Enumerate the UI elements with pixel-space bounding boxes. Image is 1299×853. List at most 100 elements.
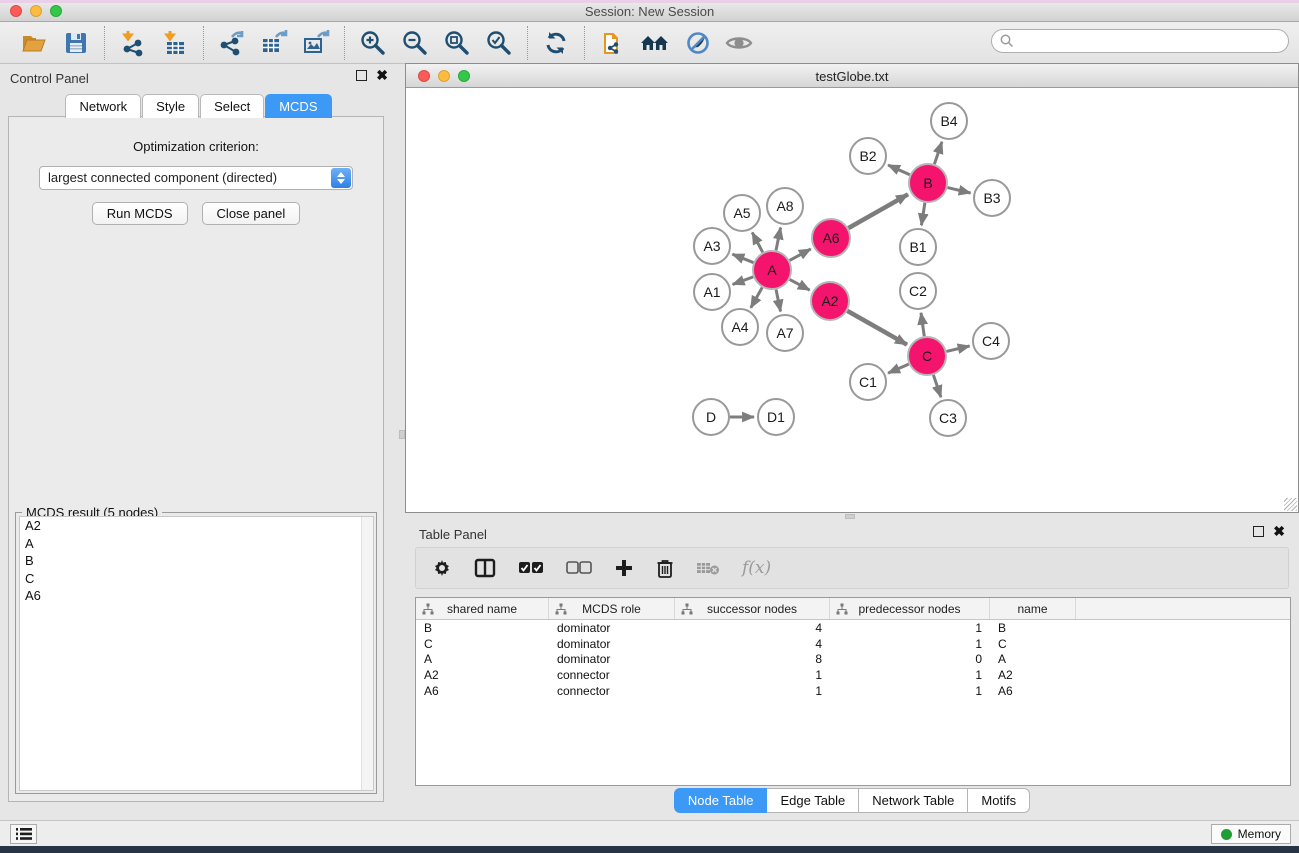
table-row[interactable]: Cdominator41C [416, 636, 1290, 652]
table-row[interactable]: Bdominator41B [416, 620, 1290, 636]
table-row[interactable]: A2connector11A2 [416, 667, 1290, 683]
result-item[interactable]: A6 [20, 587, 373, 605]
tab-node-table[interactable]: Node Table [674, 788, 768, 813]
node-C2[interactable]: C2 [900, 273, 936, 309]
split-columns-icon[interactable] [474, 558, 496, 578]
node-B[interactable]: B [909, 164, 947, 202]
node-C4[interactable]: C4 [973, 323, 1009, 359]
document-share-icon[interactable] [597, 27, 629, 59]
select-all-checkboxes-icon[interactable] [518, 561, 544, 575]
edge-C-C4[interactable] [946, 346, 969, 351]
edge-A-A3[interactable] [732, 254, 753, 262]
home-houses-icon[interactable] [639, 27, 671, 59]
node-A8[interactable]: A8 [767, 188, 803, 224]
close-table-panel-icon[interactable]: ✖ [1273, 526, 1285, 537]
column-header-shared-name[interactable]: shared name [416, 598, 549, 619]
edge-A-A6[interactable] [790, 249, 811, 260]
save-floppy-icon[interactable] [60, 27, 92, 59]
close-panel-button[interactable]: Close panel [202, 202, 301, 225]
node-A7[interactable]: A7 [767, 315, 803, 351]
edge-B-B3[interactable] [947, 188, 970, 193]
edge-A-A5[interactable] [752, 232, 762, 252]
import-network-icon[interactable] [117, 27, 149, 59]
edge-B-B1[interactable] [921, 203, 925, 226]
tab-network[interactable]: Network [65, 94, 141, 118]
delete-trash-icon[interactable] [656, 558, 674, 578]
node-B1[interactable]: B1 [900, 229, 936, 265]
result-list-scrollbar[interactable] [361, 517, 373, 790]
node-A4[interactable]: A4 [722, 309, 758, 345]
column-header-name[interactable]: name [990, 598, 1076, 619]
refresh-icon[interactable] [540, 27, 572, 59]
criterion-select[interactable]: largest connected component (directed) [39, 166, 353, 190]
edge-A-A2[interactable] [790, 279, 810, 290]
memory-button[interactable]: Memory [1211, 824, 1291, 844]
network-graph[interactable]: B4 B2 B B3 A5A8A6 B1 A3 A C2 A1 A2 A4A7 C4 C C1 C3 D D1 [406, 88, 1298, 512]
resize-grip-icon[interactable] [1284, 498, 1297, 511]
result-item[interactable]: C [20, 570, 373, 588]
float-panel-icon[interactable] [356, 70, 367, 81]
column-header-predecessor-nodes[interactable]: predecessor nodes [830, 598, 990, 619]
node-C1[interactable]: C1 [850, 364, 886, 400]
zoom-out-icon[interactable] [399, 27, 431, 59]
zoom-in-icon[interactable] [357, 27, 389, 59]
close-panel-icon[interactable]: ✖ [376, 70, 388, 81]
node-D[interactable]: D [693, 399, 729, 435]
result-item[interactable]: A2 [20, 517, 373, 535]
edge-A-A1[interactable] [733, 277, 754, 285]
column-header-MCDS-role[interactable]: MCDS role [549, 598, 675, 619]
edge-A2-C[interactable] [847, 311, 907, 345]
edge-A-A8[interactable] [776, 228, 781, 251]
node-C[interactable]: C [908, 337, 946, 375]
node-A5[interactable]: A5 [724, 195, 760, 231]
edge-B-B2[interactable] [888, 165, 910, 175]
node-table[interactable]: shared nameMCDS rolesuccessor nodesprede… [415, 597, 1291, 786]
deselect-all-checkboxes-icon[interactable] [566, 561, 592, 575]
result-item[interactable]: A [20, 535, 373, 553]
export-network-icon[interactable] [216, 27, 248, 59]
tab-motifs[interactable]: Motifs [968, 788, 1030, 813]
tab-network-table[interactable]: Network Table [859, 788, 968, 813]
edge-A-A7[interactable] [776, 290, 781, 312]
node-D1[interactable]: D1 [758, 399, 794, 435]
mcds-result-list[interactable]: A2ABCA6 [19, 516, 374, 791]
node-A3[interactable]: A3 [694, 228, 730, 264]
node-B2[interactable]: B2 [850, 138, 886, 174]
table-settings-gear-icon[interactable] [432, 558, 452, 578]
table-row[interactable]: A6connector11A6 [416, 683, 1290, 699]
edge-A-A4[interactable] [751, 287, 762, 307]
node-C3[interactable]: C3 [930, 400, 966, 436]
column-header-successor-nodes[interactable]: successor nodes [675, 598, 830, 619]
node-B4[interactable]: B4 [931, 103, 967, 139]
zoom-fit-icon[interactable] [441, 27, 473, 59]
task-history-button[interactable] [10, 824, 37, 844]
search-input[interactable] [991, 29, 1289, 53]
tab-select[interactable]: Select [200, 94, 264, 118]
network-window-titlebar[interactable]: testGlobe.txt [406, 64, 1298, 88]
zoom-selected-icon[interactable] [483, 27, 515, 59]
edge-C-C2[interactable] [921, 313, 924, 336]
edge-C-C3[interactable] [933, 375, 941, 397]
edge-C-C1[interactable] [888, 364, 909, 373]
tab-mcds[interactable]: MCDS [265, 94, 331, 118]
horizontal-splitter-handle[interactable] [845, 514, 855, 519]
export-image-icon[interactable] [300, 27, 332, 59]
result-item[interactable]: B [20, 552, 373, 570]
node-A1[interactable]: A1 [694, 274, 730, 310]
edge-B-B4[interactable] [934, 142, 942, 164]
edge-A6-B[interactable] [848, 194, 908, 228]
import-table-icon[interactable] [159, 27, 191, 59]
node-A2[interactable]: A2 [811, 282, 849, 320]
float-table-panel-icon[interactable] [1253, 526, 1264, 537]
style-slash-icon[interactable] [681, 27, 713, 59]
node-A6[interactable]: A6 [812, 219, 850, 257]
run-mcds-button[interactable]: Run MCDS [92, 202, 188, 225]
table-row[interactable]: Adominator80A [416, 651, 1290, 667]
tab-style[interactable]: Style [142, 94, 199, 118]
add-column-plus-icon[interactable] [614, 558, 634, 578]
open-folder-icon[interactable] [18, 27, 50, 59]
tab-edge-table[interactable]: Edge Table [767, 788, 859, 813]
node-A[interactable]: A [753, 251, 791, 289]
node-B3[interactable]: B3 [974, 180, 1010, 216]
eye-icon[interactable] [723, 27, 755, 59]
